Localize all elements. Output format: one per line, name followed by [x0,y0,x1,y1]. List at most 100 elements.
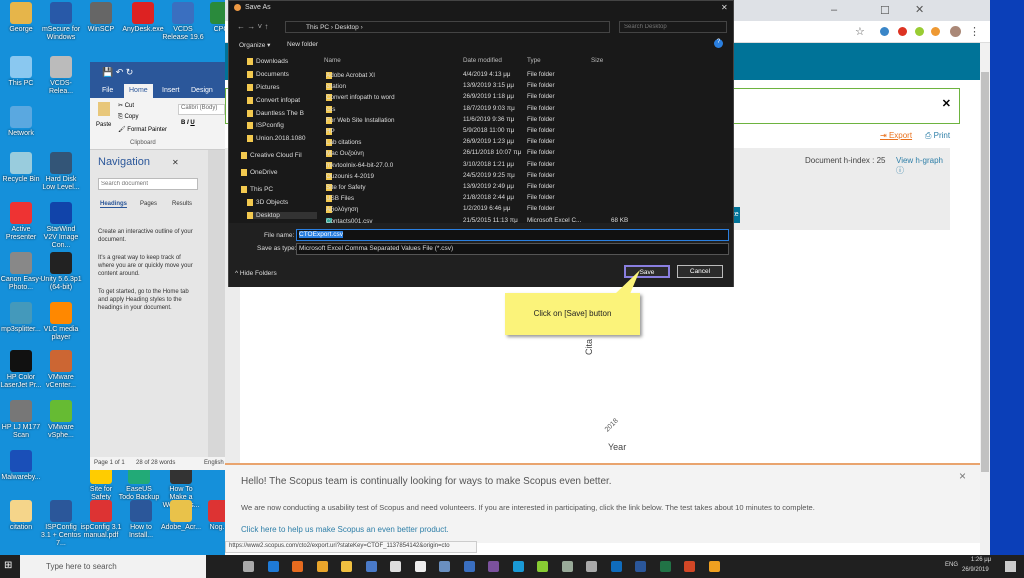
cut-button[interactable]: ✂ Cut [118,102,134,109]
desktop-icon[interactable]: VMware vSphe... [40,400,82,440]
clock-date[interactable]: 26/9/2019 [962,567,989,573]
file-row[interactable]: Convert infopath to word 26/9/2019 1:18 μ… [326,92,726,103]
desktop-icon[interactable]: Unity 5.6.3p1 (64-bit) [40,252,82,292]
file-row[interactable]: Adobe Acrobat XI 4/4/2019 4:13 μμ File fol… [326,70,726,81]
notifications-icon[interactable] [1005,561,1016,572]
language-indicator[interactable]: ENG [945,562,958,568]
close-icon[interactable]: ✕ [721,3,728,12]
sidebar-item[interactable]: Dauntless The B [247,110,304,117]
tab-home[interactable]: Home [124,84,153,98]
desktop-icon[interactable]: How to Install... [120,500,162,540]
column-header[interactable]: Size [591,57,603,64]
file-row[interactable]: Mac Ουζούνη 26/11/2018 10:07 πμ File folde… [326,148,726,159]
desktop-icon[interactable]: VCDS Release 19.6 [162,2,204,42]
bold-italic-underline-buttons[interactable]: B I U [181,120,195,126]
avatar[interactable] [950,26,961,37]
taskbar-app-icon[interactable] [635,561,646,572]
taskbar-app-icon[interactable] [561,561,573,572]
cancel-button[interactable]: Cancel [677,265,723,278]
file-row[interactable]: Site for Safety 13/9/2019 2:49 μμ File fol… [326,182,726,193]
desktop-icon[interactable]: HP Color LaserJet Pr... [0,350,42,390]
sidebar-item[interactable]: Convert infopat [247,97,300,104]
column-header[interactable]: Type [527,57,541,64]
desktop-icon[interactable]: VLC media player [40,302,82,342]
sidebar-item[interactable]: Union.2018.1080 [247,135,306,142]
file-row[interactable]: USB Files 21/8/2018 2:44 μμ File folder [326,193,726,204]
view-h-graph-link[interactable]: View h-graph ⓘ [896,156,950,176]
nav-arrows[interactable]: ← → ˅ ↑ [237,22,268,31]
taskbar-app-icon[interactable] [537,561,548,572]
format-painter-button[interactable]: 🖌 Format Painter [118,126,167,133]
desktop-icon[interactable]: ispConfig 3.1 manual.pdf [80,500,122,540]
tab-results[interactable]: Results [172,201,192,207]
file-row[interactable]: For Web Site Installation 11/6/2019 9:36 … [326,115,726,126]
sidebar-item[interactable]: ISPconfig [247,122,284,129]
desktop-icon[interactable]: Network [0,106,42,138]
desktop-icon[interactable]: citation [0,500,42,532]
taskbar-app-icon[interactable] [316,561,328,572]
sidebar-item[interactable]: Downloads [247,58,288,65]
taskbar-app-icon[interactable] [684,561,695,572]
close-icon[interactable]: ✕ [172,158,179,167]
quick-access-icons[interactable]: 💾 ↶ ↻ [102,67,133,78]
close-icon[interactable]: ✕ [915,3,924,16]
desktop-icon[interactable]: George [0,2,42,34]
desktop-icon[interactable]: VCDS-Relea... [40,56,82,96]
column-header[interactable]: Date modified [463,57,502,64]
taskbar-app-icon[interactable] [365,561,377,572]
file-row[interactable]: Lab citations 26/9/2019 1:23 μμ File folde… [326,137,726,148]
scrollbar-thumb[interactable] [981,72,989,472]
file-row[interactable]: HP 5/9/2018 11:00 πμ File folder [326,126,726,137]
taskbar-app-icon[interactable] [267,561,279,572]
minimize-icon[interactable]: – [831,4,837,16]
taskbar-app-icon[interactable] [659,561,671,572]
desktop-icon[interactable]: Hard Disk Low Level... [40,152,82,192]
sidebar-item[interactable]: OneDrive [241,169,277,176]
desktop-icon[interactable]: ISPConfig 3.1 + Centos 7... [40,500,82,548]
extension-icon[interactable] [931,27,940,36]
file-row[interactable]: citation 13/9/2019 3:15 μμ File folder [326,81,726,92]
desktop-icon[interactable]: This PC [0,56,42,88]
desktop-icon[interactable]: Active Presenter [0,202,42,242]
extension-icon[interactable] [880,27,889,36]
extension-icon[interactable] [915,27,924,36]
breadcrumb-item[interactable]: Desktop [335,24,359,31]
sidebar-item[interactable]: Creative Cloud Fil [241,152,302,159]
menu-icon[interactable]: ⋮ [969,25,980,38]
sidebar-item[interactable]: This PC [241,186,273,193]
sidebar-item[interactable]: Desktop [247,212,317,220]
extension-icon[interactable] [898,27,907,36]
hide-folders-button[interactable]: ^ Hide Folders [235,270,277,277]
search-desktop-input[interactable] [619,21,727,33]
taskbar-app-icon[interactable] [488,561,499,572]
desktop-icon[interactable]: mSecure for Windows [40,2,82,42]
close-icon[interactable]: ✕ [942,97,951,110]
column-header[interactable]: Name [324,57,341,64]
help-icon[interactable]: ? [714,39,723,48]
language[interactable]: English [204,460,224,466]
desktop-icon[interactable]: WinSCP [80,2,122,34]
desktop-icon[interactable]: Adobe_Acr... [160,500,202,532]
file-row[interactable]: Ouzounis 4-2019 24/5/2019 9:25 πμ File fol… [326,171,726,182]
sidebar-item[interactable]: 3D Objects [247,199,288,206]
taskbar-app-icon[interactable] [341,561,352,572]
copy-button[interactable]: ⎘ Copy [118,114,138,121]
sidebar-item[interactable]: Documents [247,71,289,78]
survey-close-button[interactable]: × [959,469,966,483]
survey-link[interactable]: Click here to help us make Scopus an eve… [241,525,449,534]
tab-headings[interactable]: Headings [100,201,128,208]
breadcrumb-item[interactable]: This PC [306,24,329,31]
organize-button[interactable]: Organize ▾ [239,41,270,49]
taskbar-app-icon[interactable] [586,561,597,572]
taskbar-app-icon[interactable] [243,561,254,572]
save-type-select[interactable]: Microsoft Excel Comma Separated Values F… [296,243,729,255]
tab-design[interactable]: Design [191,87,213,94]
taskbar-app-icon[interactable] [463,561,475,572]
taskbar-app-icon[interactable] [512,561,524,572]
taskbar-search[interactable]: Type here to search [20,555,206,578]
taskbar-app-icon[interactable] [708,561,720,572]
paste-button[interactable]: Paste [96,122,111,128]
desktop-icon[interactable]: AnyDesk.exe [122,2,164,34]
breadcrumb[interactable]: This PC › Desktop › [285,21,610,33]
tab-insert[interactable]: Insert [162,87,180,94]
